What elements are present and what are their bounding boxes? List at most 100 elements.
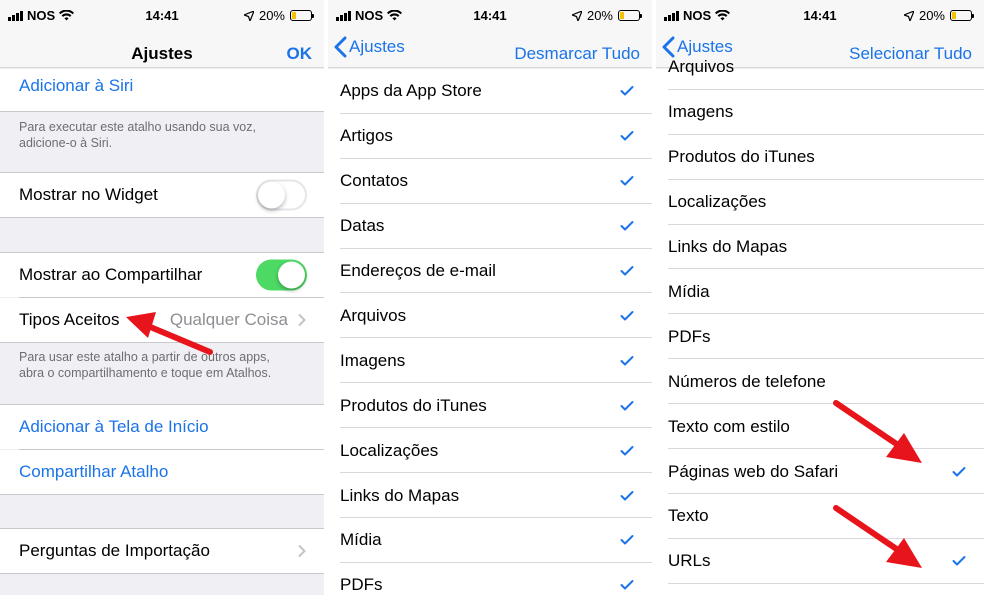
list-item[interactable]: Localizações xyxy=(328,428,652,474)
checkmark-icon xyxy=(620,355,634,366)
show-widget-label: Mostrar no Widget xyxy=(19,185,158,204)
location-icon xyxy=(571,10,582,21)
page-title: Ajustes xyxy=(131,44,193,63)
list-item[interactable]: Datas xyxy=(328,204,652,249)
checkmark-icon xyxy=(620,580,634,590)
share-shortcut-row[interactable]: Compartilhar Atalho xyxy=(0,450,324,494)
list-item-label: Localizações xyxy=(340,440,439,460)
show-widget-row: Mostrar no Widget xyxy=(0,173,324,217)
deselect-all-button[interactable]: Desmarcar Tudo xyxy=(514,44,640,64)
list-item[interactable]: Apps da App Store xyxy=(328,69,652,114)
list-item-label: Imagens xyxy=(668,102,734,122)
separator xyxy=(668,582,984,584)
checkmark-icon xyxy=(620,535,634,545)
battery-icon xyxy=(618,10,642,21)
show-widget-toggle[interactable] xyxy=(256,179,307,211)
list-item[interactable]: Números de telefone xyxy=(656,359,984,405)
list-item[interactable]: Páginas web do Safari xyxy=(656,449,984,494)
status-bar: NOS 14:41 20% xyxy=(328,0,652,30)
list-item[interactable]: PDFs xyxy=(328,563,652,595)
share-note-line: Para usar este atalho a partir de outros… xyxy=(19,350,270,364)
list-item[interactable]: Links do Mapas xyxy=(328,473,652,518)
list-item-label: Produtos do iTunes xyxy=(340,395,487,415)
checkmark-icon xyxy=(620,445,634,456)
checkmark-icon xyxy=(620,176,634,186)
list-item[interactable]: Endereços de e-mail xyxy=(328,249,652,294)
separator xyxy=(0,573,324,574)
list-item-label: Páginas web do Safari xyxy=(668,461,839,481)
list-item[interactable]: Mídia xyxy=(328,518,652,563)
list-item[interactable]: Texto com estilo xyxy=(656,404,984,450)
list-item[interactable]: Localizações xyxy=(656,180,984,225)
add-home-screen-row[interactable]: Adicionar à Tela de Início xyxy=(0,405,324,449)
show-share-toggle[interactable] xyxy=(256,259,307,291)
list-item[interactable]: Contatos xyxy=(328,159,652,204)
chevron-right-icon xyxy=(298,313,306,327)
checkmark-icon xyxy=(620,86,634,96)
back-button[interactable]: Ajustes xyxy=(334,36,405,58)
separator xyxy=(0,342,324,343)
chevron-left-icon xyxy=(334,36,347,58)
separator xyxy=(0,494,324,495)
battery-percent: 20% xyxy=(586,8,613,23)
accepted-types-screen-all: NOS 14:41 20% Ajustes Desmarcar Tudo App… xyxy=(328,0,652,595)
add-to-siri-label: Adicionar à Siri xyxy=(19,75,134,95)
location-icon xyxy=(903,10,914,21)
show-share-label: Mostrar ao Compartilhar xyxy=(19,265,203,284)
list-item-label: Contatos xyxy=(340,171,409,191)
list-item-label: Números de telefone xyxy=(668,371,826,391)
share-note-line: abra o compartilhamento e toque em Atalh… xyxy=(19,366,272,380)
list-item-label: PDFs xyxy=(340,575,383,595)
list-item-label: Artigos xyxy=(340,126,393,146)
done-button[interactable]: OK xyxy=(287,44,313,64)
list-item[interactable]: Produtos do iTunes xyxy=(656,135,984,180)
siri-note-line: adicione-o à Siri. xyxy=(19,136,113,150)
back-label: Ajustes xyxy=(349,37,405,56)
list-item-label: Arquivos xyxy=(668,57,735,77)
siri-note: Para executar este atalho usando sua voz… xyxy=(19,119,308,151)
list-item[interactable]: Arquivos xyxy=(656,45,984,90)
checkmark-icon xyxy=(620,266,634,276)
list-item[interactable]: Imagens xyxy=(656,90,984,135)
nav-bar: Ajustes Desmarcar Tudo xyxy=(328,30,652,68)
list-item[interactable]: PDFs xyxy=(656,314,984,360)
import-questions-label: Perguntas de Importação xyxy=(19,541,210,560)
list-item-label: Links do Mapas xyxy=(340,485,460,505)
list-item-label: Apps da App Store xyxy=(340,81,482,101)
accepted-types-screen-selected: NOS 14:41 20% Ajustes Selecionar Tudo Ar… xyxy=(656,0,984,595)
battery-icon xyxy=(950,10,974,21)
list-item[interactable]: Artigos xyxy=(328,114,652,159)
separator xyxy=(0,111,324,112)
status-bar: NOS 14:41 20% xyxy=(0,0,324,30)
list-item-label: Mídia xyxy=(668,281,710,301)
siri-note-line: Para executar este atalho usando sua voz… xyxy=(19,120,256,134)
location-icon xyxy=(243,10,254,21)
list-item[interactable]: URLs xyxy=(656,539,984,584)
checkmark-icon xyxy=(620,221,634,231)
battery-percent: 20% xyxy=(918,8,945,23)
nav-bar: Ajustes OK xyxy=(0,30,324,68)
list-item[interactable]: Arquivos xyxy=(328,294,652,339)
list-item[interactable]: Texto xyxy=(656,494,984,539)
settings-screen: NOS 14:41 20% Ajustes OK Adicionar à Sir… xyxy=(0,0,324,595)
accepted-types-row[interactable]: Tipos Aceitos Qualquer Coisa xyxy=(0,298,324,342)
checkmark-icon xyxy=(952,556,966,566)
list-item[interactable]: Links do Mapas xyxy=(656,225,984,270)
types-list: Arquivos Imagens Produtos do iTunes Localiz… xyxy=(656,57,984,595)
add-home-screen-label: Adicionar à Tela de Início xyxy=(19,417,209,436)
types-list: Apps da App Store Artigos Contatos Datas End… xyxy=(328,69,652,595)
share-shortcut-label: Compartilhar Atalho xyxy=(19,462,169,481)
list-item[interactable]: Mídia xyxy=(656,270,984,315)
list-item-label: Arquivos xyxy=(340,305,407,325)
list-item-label: Datas xyxy=(340,216,385,236)
checkmark-icon xyxy=(952,466,966,477)
separator xyxy=(0,217,324,218)
accepted-types-label: Tipos Aceitos xyxy=(19,310,120,329)
import-questions-row[interactable]: Perguntas de Importação xyxy=(0,529,324,573)
checkmark-icon xyxy=(620,400,634,411)
add-to-siri-row[interactable]: Adicionar à Siri xyxy=(0,69,324,111)
list-item[interactable]: Produtos do iTunes xyxy=(328,383,652,429)
list-item[interactable]: Imagens xyxy=(328,338,652,384)
checkmark-icon xyxy=(620,131,634,141)
share-note: Para usar este atalho a partir de outros… xyxy=(19,349,308,381)
